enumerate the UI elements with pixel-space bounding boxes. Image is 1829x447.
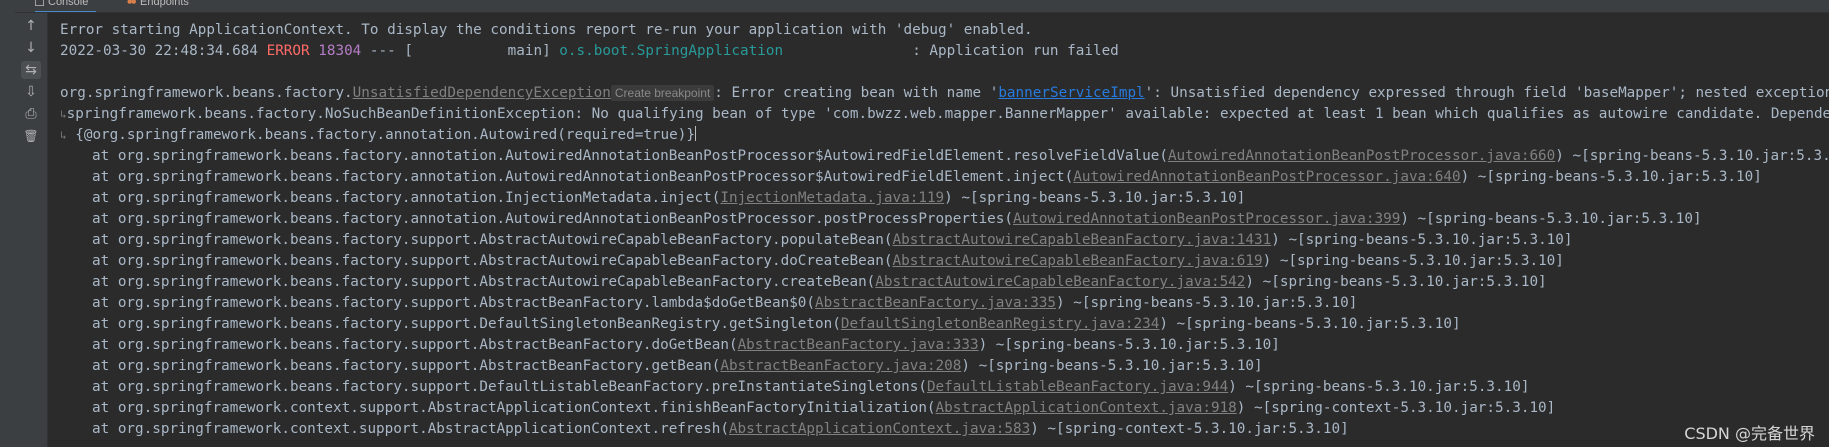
stack-frame-jar: ) ~[spring-beans-5.3.10.jar:5.3.10] — [1555, 148, 1829, 164]
stack-frame: at org.springframework.beans.factory.ann… — [60, 167, 1829, 188]
exception-line-3: {@org.springframework.beans.factory.anno… — [66, 127, 695, 143]
exception-prefix: org.springframework.beans.factory. — [60, 85, 353, 101]
soft-wrap-icon[interactable]: ⇆ — [21, 61, 41, 79]
stack-frame-source-link[interactable]: AbstractBeanFactory.java:208 — [720, 358, 961, 374]
stack-frame-source-link[interactable]: AbstractApplicationContext.java:918 — [936, 400, 1237, 416]
stack-frame-method: at org.springframework.beans.factory.sup… — [92, 253, 893, 269]
stack-frame-method: at org.springframework.beans.factory.sup… — [92, 295, 816, 311]
console-output[interactable]: Error starting ApplicationContext. To di… — [60, 20, 1829, 447]
stack-frame-jar: ) ~[spring-context-5.3.10.jar:5.3.10] — [1030, 421, 1349, 437]
wrap-continue-icon: ↳ — [60, 108, 67, 121]
stack-frame-source-link[interactable]: AbstractApplicationContext.java:583 — [729, 421, 1030, 437]
stack-frame: at org.springframework.beans.factory.ann… — [60, 146, 1829, 167]
log-message: : Application run failed — [912, 43, 1119, 59]
stack-frame-jar: ) ~[spring-beans-5.3.10.jar:5.3.10] — [1056, 295, 1358, 311]
stack-frame: at org.springframework.beans.factory.ann… — [60, 188, 1829, 209]
stack-frame-jar: ) ~[spring-beans-5.3.10.jar:5.3.10] — [1400, 211, 1702, 227]
stack-frame-method: at org.springframework.beans.factory.sup… — [92, 232, 893, 248]
stack-frame: at org.springframework.context.support.A… — [60, 398, 1829, 419]
print-icon[interactable]: ⎙ — [21, 105, 41, 123]
stack-frame: at org.springframework.beans.factory.sup… — [60, 293, 1829, 314]
stack-frame: at org.springframework.beans.factory.sup… — [60, 230, 1829, 251]
left-tool-strip — [0, 0, 16, 447]
watermark: CSDN @完备世界 — [1684, 424, 1815, 443]
endpoints-icon — [127, 0, 136, 4]
stack-frame-source-link[interactable]: AutowiredAnnotationBeanPostProcessor.jav… — [1168, 148, 1555, 164]
log-line: Error starting ApplicationContext. To di… — [60, 20, 1829, 41]
log-text: Error starting ApplicationContext. To di… — [60, 22, 1033, 38]
stack-frame-source-link[interactable]: AbstractAutowireCapableBeanFactory.java:… — [893, 232, 1272, 248]
stack-frame-jar: ) ~[spring-context-5.3.10.jar:5.3.10] — [1236, 400, 1556, 416]
stack-frame-source-link[interactable]: AbstractAutowireCapableBeanFactory.java:… — [875, 274, 1245, 290]
stack-frame: at org.springframework.beans.factory.sup… — [60, 272, 1829, 293]
console-toolbar: ↑ ↓ ⇆ ⇩ ⎙ 🗑 — [15, 13, 48, 447]
stack-frame-method: at org.springframework.context.support.A… — [92, 400, 936, 416]
stack-frame-method: at org.springframework.beans.factory.ann… — [92, 190, 721, 206]
stack-frame: at org.springframework.beans.factory.ann… — [60, 209, 1829, 230]
tab-endpoints-label: Endpoints — [140, 0, 189, 8]
stack-frame-method: at org.springframework.beans.factory.sup… — [92, 316, 841, 332]
log-separator: --- — [369, 43, 396, 59]
stack-frame-jar: ) ~[spring-beans-5.3.10.jar:5.3.10] — [1228, 379, 1530, 395]
stack-frame-source-link[interactable]: AbstractBeanFactory.java:333 — [738, 337, 979, 353]
tool-window-tabbar: Console Endpoints — [15, 0, 1829, 13]
log-thread: [ main] — [404, 43, 551, 59]
create-breakpoint-link[interactable]: Create breakpoint — [610, 85, 715, 101]
stack-frame-method: at org.springframework.beans.factory.sup… — [92, 358, 721, 374]
scroll-to-end-icon[interactable]: ⇩ — [21, 83, 41, 101]
stack-frame-source-link[interactable]: AutowiredAnnotationBeanPostProcessor.jav… — [1013, 211, 1400, 227]
exception-message-a: : Error creating bean with name ' — [714, 85, 999, 101]
stack-frame: at org.springframework.beans.factory.sup… — [60, 335, 1829, 356]
log-pid: 18304 — [318, 43, 362, 59]
stack-frame-source-link[interactable]: InjectionMetadata.java:119 — [720, 190, 944, 206]
stack-frame: at org.springframework.beans.factory.sup… — [60, 377, 1829, 398]
stack-frame-method: at org.springframework.beans.factory.sup… — [92, 337, 738, 353]
console-icon — [35, 0, 44, 6]
exception-line: org.springframework.beans.factory.Unsati… — [60, 83, 1829, 104]
stack-frame: at org.springframework.beans.factory.sup… — [60, 251, 1829, 272]
stack-frame-jar: ) ~[spring-beans-5.3.10.jar:5.3.10] — [1245, 274, 1547, 290]
stack-frame-jar: ) ~[spring-beans-5.3.10.jar:5.3.10] — [1460, 169, 1762, 185]
stack-frame-source-link[interactable]: AbstractBeanFactory.java:335 — [815, 295, 1056, 311]
stack-frame-jar: ) ~[spring-beans-5.3.10.jar:5.3.10] — [944, 190, 1246, 206]
stack-frame: at org.springframework.context.support.A… — [60, 419, 1829, 440]
clear-all-icon[interactable]: 🗑 — [21, 127, 41, 145]
stack-frame-method: at org.springframework.beans.factory.ann… — [92, 169, 1074, 185]
stack-frame-source-link[interactable]: DefaultListableBeanFactory.java:944 — [927, 379, 1228, 395]
stack-frame-jar: ) ~[spring-beans-5.3.10.jar:5.3.10] — [1262, 253, 1564, 269]
stack-frame-method: at org.springframework.beans.factory.ann… — [92, 148, 1168, 164]
exception-line: ↳ {@org.springframework.beans.factory.an… — [60, 125, 1829, 146]
tab-console[interactable]: Console — [35, 0, 97, 12]
stack-frame-source-link[interactable]: AutowiredAnnotationBeanPostProcessor.jav… — [1073, 169, 1460, 185]
stack-frame-jar: ) ~[spring-beans-5.3.10.jar:5.3.10] — [1271, 232, 1573, 248]
stack-frame-method: at org.springframework.context.support.A… — [92, 421, 729, 437]
stack-frame-jar: ) ~[spring-beans-5.3.10.jar:5.3.10] — [961, 358, 1263, 374]
text-cursor — [694, 126, 696, 141]
log-level: ERROR — [266, 43, 310, 59]
down-arrow-icon[interactable]: ↓ — [21, 39, 41, 57]
tab-endpoints[interactable]: Endpoints — [127, 0, 189, 11]
exception-line: ↳springframework.beans.factory.NoSuchBea… — [60, 104, 1829, 125]
stack-frame-method: at org.springframework.beans.factory.sup… — [92, 379, 927, 395]
stack-frame-method: at org.springframework.beans.factory.sup… — [92, 274, 876, 290]
up-arrow-icon[interactable]: ↑ — [21, 17, 41, 35]
stack-frame-source-link[interactable]: AbstractAutowireCapableBeanFactory.java:… — [893, 253, 1263, 269]
log-line: 2022-03-30 22:48:34.684 ERROR 18304 --- … — [60, 41, 1829, 62]
exception-class-link[interactable]: UnsatisfiedDependencyException — [353, 85, 611, 101]
stack-frame-jar: ) ~[spring-beans-5.3.10.jar:5.3.10] — [1159, 316, 1461, 332]
wrap-continue-icon: ↳ — [60, 129, 67, 142]
stack-frame-jar: ) ~[spring-beans-5.3.10.jar:5.3.10] — [978, 337, 1280, 353]
exception-line-2: springframework.beans.factory.NoSuchBean… — [66, 106, 1829, 122]
exception-message-b: ': Unsatisfied dependency expressed thro… — [1144, 85, 1829, 101]
bean-link[interactable]: bannerServiceImpl — [998, 85, 1144, 101]
stack-frame-method: at org.springframework.beans.factory.ann… — [92, 211, 1013, 227]
stack-frame-source-link[interactable]: DefaultSingletonBeanRegistry.java:234 — [841, 316, 1159, 332]
stack-frame: at org.springframework.beans.factory.sup… — [60, 356, 1829, 377]
log-logger: o.s.boot.SpringApplication — [559, 43, 784, 59]
stack-frame: at org.springframework.beans.factory.sup… — [60, 314, 1829, 335]
log-timestamp: 2022-03-30 22:48:34.684 — [60, 43, 258, 59]
tab-console-label: Console — [48, 0, 89, 8]
